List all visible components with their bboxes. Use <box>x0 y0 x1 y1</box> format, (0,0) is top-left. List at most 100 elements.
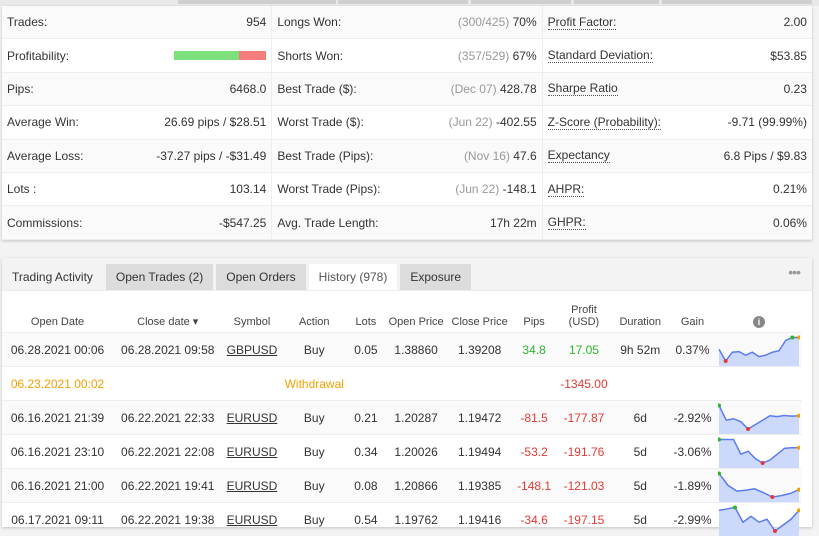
stat-label[interactable]: Expectancy <box>548 148 610 163</box>
sparkline-min-point <box>724 359 728 363</box>
stats-column: Longs Won: (300/425) 70% Shorts Won:(357/5… <box>272 6 542 240</box>
stat-value: -$547.25 <box>219 216 266 230</box>
open-date-cell: 06.28.2021 00:06 <box>2 333 113 367</box>
gain-cell <box>669 367 716 401</box>
stat-label[interactable]: AHPR: <box>548 182 585 197</box>
symbol-link[interactable]: GBPUSD <box>227 343 278 357</box>
stat-row: Best Trade (Pips):(Nov 16) 47.6 <box>272 140 541 173</box>
stat-value-text: 6468.0 <box>230 82 267 96</box>
symbol-link[interactable]: EURUSD <box>227 479 278 493</box>
col-open-date[interactable]: Open Date <box>2 291 113 333</box>
col-profit-unit: (USD) <box>569 316 600 328</box>
stat-label[interactable]: Profit Factor: <box>548 15 617 30</box>
stat-label: Shorts Won: <box>277 49 343 63</box>
sparkline-cell <box>716 503 802 536</box>
stat-value-text: 0.23 <box>784 82 807 96</box>
duration-cell: 9h 52m <box>612 333 669 367</box>
gain-sparkline <box>718 470 800 502</box>
stat-value: 26.69 pips / $28.51 <box>164 115 266 129</box>
table-row[interactable]: 06.16.2021 21:3906.22.2021 22:33EURUSDBu… <box>2 401 802 435</box>
close-date-cell: 06.22.2021 19:38 <box>113 503 222 536</box>
duration-cell: 5d <box>612 503 669 536</box>
open-price-cell: 1.20287 <box>385 401 448 435</box>
table-row[interactable]: 06.17.2021 09:1106.22.2021 19:38EURUSDBu… <box>2 503 802 536</box>
stat-value-text: 428.78 <box>500 82 537 96</box>
col-lots[interactable]: Lots <box>347 291 385 333</box>
tab-exposure[interactable]: Exposure <box>400 264 471 290</box>
tab-history[interactable]: History (978) <box>309 264 398 290</box>
stat-label[interactable]: GHPR: <box>548 215 586 230</box>
symbol-cell: EURUSD <box>222 469 281 503</box>
stat-value: (Nov 16) 47.6 <box>464 149 537 163</box>
col-open-price[interactable]: Open Price <box>385 291 448 333</box>
table-row[interactable]: 06.23.2021 00:02Withdrawal-1345.00 <box>2 367 802 401</box>
stat-row: Sharpe Ratio 0.23 <box>543 73 812 106</box>
symbol-link[interactable]: EURUSD <box>227 445 278 459</box>
open-price-cell <box>385 367 448 401</box>
stat-note: (Nov 16) <box>464 149 510 163</box>
more-options-icon[interactable]: ••• <box>788 264 800 280</box>
col-close-date[interactable]: Close date ▾ <box>113 291 222 333</box>
stat-note: (300/425) <box>458 15 509 29</box>
profit-cell: -197.15 <box>556 503 611 536</box>
close-price-cell: 1.19472 <box>447 401 511 435</box>
col-duration[interactable]: Duration <box>612 291 669 333</box>
col-symbol[interactable]: Symbol <box>222 291 281 333</box>
open-date-cell: 06.16.2021 21:00 <box>2 469 113 503</box>
stat-row: Worst Trade ($):(Jun 22) -402.55 <box>272 106 541 139</box>
stat-label[interactable]: Sharpe Ratio <box>548 81 618 96</box>
symbol-link[interactable]: EURUSD <box>227 411 278 425</box>
stat-value-text: -$547.25 <box>219 216 266 230</box>
open-price-cell: 1.19762 <box>385 503 448 536</box>
col-close-price[interactable]: Close Price <box>447 291 511 333</box>
action-cell: Buy <box>282 469 348 503</box>
stat-value-text: 26.69 pips / $28.51 <box>164 115 266 129</box>
table-row[interactable]: 06.16.2021 23:1006.22.2021 22:08EURUSDBu… <box>2 435 802 469</box>
stat-row: GHPR:0.06% <box>543 206 812 239</box>
table-row[interactable]: 06.28.2021 00:0606.28.2021 09:58GBPUSDBu… <box>2 333 802 367</box>
stat-label[interactable]: Z-Score (Probability): <box>548 115 661 130</box>
pips-cell: -34.6 <box>512 503 557 536</box>
sparkline-cell <box>716 401 802 435</box>
col-gain[interactable]: Gain <box>669 291 716 333</box>
stat-label: Best Trade ($): <box>277 82 356 96</box>
gain-sparkline <box>718 436 800 468</box>
col-chart: i <box>716 291 802 333</box>
sparkline-max-point <box>790 335 794 339</box>
sparkline-cell <box>716 469 802 503</box>
lots-cell: 0.21 <box>347 401 385 435</box>
stat-label: Worst Trade ($): <box>277 115 363 129</box>
lots-cell: 0.08 <box>347 469 385 503</box>
profitability-loss-fill <box>239 51 267 60</box>
open-price-cell: 1.20026 <box>385 435 448 469</box>
close-date-cell: 06.22.2021 22:33 <box>113 401 222 435</box>
open-price-cell: 1.20866 <box>385 469 448 503</box>
tab-trading-activity[interactable]: Trading Activity <box>2 264 103 290</box>
stat-note: (Jun 22) <box>455 182 499 196</box>
stat-row: Trades:954 <box>2 6 271 39</box>
tab-open-trades[interactable]: Open Trades (2) <box>106 264 213 290</box>
sparkline-area <box>719 337 799 366</box>
stat-label: Lots : <box>7 182 36 196</box>
stat-label[interactable]: Standard Deviation: <box>548 48 653 63</box>
stat-value-text: 70% <box>513 15 537 29</box>
symbol-link[interactable]: EURUSD <box>227 513 278 527</box>
trading-activity-panel: Trading Activity Open Trades (2) Open Or… <box>2 258 812 527</box>
sparkline-max-point <box>733 505 737 509</box>
symbol-cell: GBPUSD <box>222 333 281 367</box>
action-cell: Buy <box>282 333 348 367</box>
stat-row: Shorts Won:(357/529) 67% <box>272 39 541 72</box>
tab-open-orders[interactable]: Open Orders <box>216 264 305 290</box>
gain-sparkline <box>718 504 800 536</box>
col-action[interactable]: Action <box>282 291 348 333</box>
stat-value-text: 6.8 Pips / $9.83 <box>724 149 807 163</box>
profit-cell: 17.05 <box>556 333 611 367</box>
col-profit[interactable]: Profit(USD) <box>556 291 611 333</box>
stat-note: (Dec 07) <box>451 82 497 96</box>
action-cell: Buy <box>282 401 348 435</box>
stat-label: Longs Won: <box>277 15 341 29</box>
col-pips[interactable]: Pips <box>512 291 557 333</box>
table-row[interactable]: 06.16.2021 21:0006.22.2021 19:41EURUSDBu… <box>2 469 802 503</box>
info-icon[interactable]: i <box>753 316 765 328</box>
profit-cell: -191.76 <box>556 435 611 469</box>
